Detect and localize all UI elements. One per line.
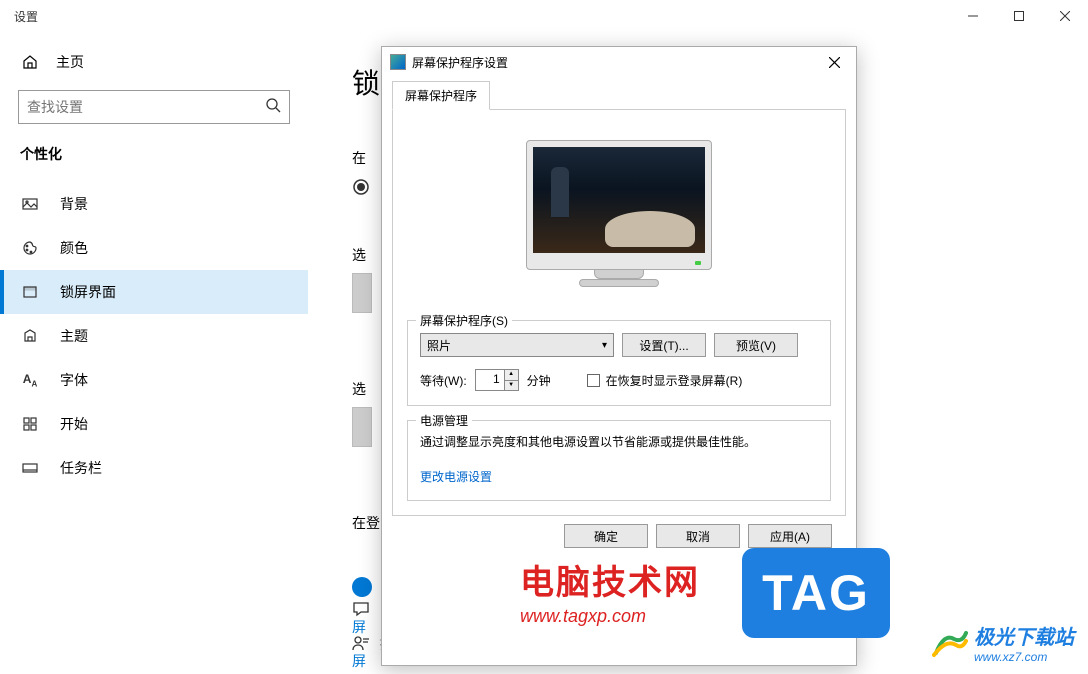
screensaver-group: 屏幕保护程序(S) 照片 ▾ 设置(T)... 预览(V) 等待(W): 1 ▲… <box>407 320 831 406</box>
power-group: 电源管理 通过调整显示亮度和其他电源设置以节省能源或提供最佳性能。 更改电源设置 <box>407 420 831 501</box>
wait-value: 1 <box>476 370 504 390</box>
maximize-button[interactable] <box>996 0 1042 32</box>
wait-label: 等待(W): <box>420 372 467 389</box>
sidebar-item-label: 颜色 <box>60 238 88 258</box>
home-label: 主页 <box>56 52 84 72</box>
picture-icon <box>20 196 40 212</box>
tab-strip: 屏幕保护程序 <box>392 81 846 110</box>
sidebar-item-background[interactable]: 背景 <box>0 182 308 226</box>
apply-button[interactable]: 应用(A) <box>748 524 832 548</box>
bg-box-2 <box>352 407 372 447</box>
bg-text-3: 选 <box>352 379 380 399</box>
cancel-button[interactable]: 取消 <box>656 524 740 548</box>
sidebar-item-colors[interactable]: 颜色 <box>0 226 308 270</box>
sidebar-item-lockscreen[interactable]: 锁屏界面 <box>0 270 308 314</box>
sidebar-item-fonts[interactable]: AA 字体 <box>0 358 308 402</box>
minutes-label: 分钟 <box>527 372 551 389</box>
obscured-content: 锁 在 选 选 在登 屏 屏 <box>352 62 380 671</box>
category-label: 个性化 <box>0 138 308 182</box>
sidebar-item-start[interactable]: 开始 <box>0 402 308 446</box>
settings-button[interactable]: 设置(T)... <box>622 333 706 357</box>
watermark-site-url: www.xz7.com <box>974 650 1074 664</box>
dialog-icon <box>390 54 406 70</box>
watermark-site-text: 极光下载站 <box>974 621 1074 650</box>
font-icon: AA <box>20 372 40 388</box>
wait-spinner[interactable]: 1 ▲▼ <box>475 369 519 391</box>
page-heading-partial: 锁 <box>352 62 380 102</box>
sidebar-item-label: 开始 <box>60 414 88 434</box>
search-input[interactable] <box>27 99 265 115</box>
bg-link-2: 屏 <box>352 651 380 671</box>
power-text: 通过调整显示亮度和其他电源设置以节省能源或提供最佳性能。 <box>420 433 818 452</box>
feedback-icon <box>352 635 370 653</box>
watermark-brand: 电脑技术网 www.tagxp.com <box>520 555 700 627</box>
resume-label: 在恢复时显示登录屏幕(R) <box>606 372 743 389</box>
help-icon[interactable] <box>352 600 370 623</box>
sidebar-item-themes[interactable]: 主题 <box>0 314 308 358</box>
window-title: 设置 <box>14 8 38 25</box>
bg-toggle <box>352 577 372 597</box>
window-controls <box>950 0 1088 32</box>
palette-icon <box>20 240 40 256</box>
taskbar-icon <box>20 460 40 476</box>
resume-checkbox[interactable] <box>587 374 600 387</box>
theme-icon <box>20 328 40 344</box>
chevron-down-icon: ▾ <box>602 340 607 351</box>
dialog-titlebar[interactable]: 屏幕保护程序设置 <box>382 47 856 77</box>
home-icon <box>20 54 40 70</box>
dialog-close-button[interactable] <box>818 50 850 74</box>
preview-screen <box>533 147 705 253</box>
group-label-2: 电源管理 <box>416 412 472 429</box>
close-button[interactable] <box>1042 0 1088 32</box>
bg-text-1: 在 <box>352 148 380 168</box>
power-settings-link[interactable]: 更改电源设置 <box>420 470 492 484</box>
search-box[interactable] <box>18 90 290 124</box>
monitor-preview <box>407 140 831 290</box>
dropdown-value: 照片 <box>427 337 451 354</box>
sidebar: 主页 个性化 背景 颜色 锁屏界面 主题 AA 字体 开始 <box>0 32 308 674</box>
bg-radio <box>352 178 380 201</box>
preview-button[interactable]: 预览(V) <box>714 333 798 357</box>
watermark-site: 极光下载站 www.xz7.com <box>932 621 1074 664</box>
start-icon <box>20 417 40 431</box>
bg-text-4: 在登 <box>352 513 380 533</box>
group-label-1: 屏幕保护程序(S) <box>416 312 512 329</box>
sidebar-item-label: 字体 <box>60 370 88 390</box>
minimize-button[interactable] <box>950 0 996 32</box>
lockscreen-icon <box>20 284 40 300</box>
sidebar-item-label: 锁屏界面 <box>60 282 116 302</box>
bg-text-2: 选 <box>352 245 380 265</box>
tab-screensaver[interactable]: 屏幕保护程序 <box>392 81 490 110</box>
sidebar-item-label: 背景 <box>60 194 88 214</box>
bg-box-1 <box>352 273 372 313</box>
screensaver-dropdown[interactable]: 照片 ▾ <box>420 333 614 357</box>
sidebar-item-label: 任务栏 <box>60 458 102 478</box>
ok-button[interactable]: 确定 <box>564 524 648 548</box>
spin-up[interactable]: ▲ <box>505 370 518 381</box>
sidebar-item-label: 主题 <box>60 326 88 346</box>
sidebar-item-taskbar[interactable]: 任务栏 <box>0 446 308 490</box>
spin-down[interactable]: ▼ <box>505 381 518 391</box>
dialog-title: 屏幕保护程序设置 <box>412 54 508 71</box>
watermark-brand-url: www.tagxp.com <box>520 606 700 627</box>
watermark-brand-text: 电脑技术网 <box>520 555 700 604</box>
watermark-tag: TAG <box>742 548 890 638</box>
home-nav[interactable]: 主页 <box>0 42 308 82</box>
search-icon <box>265 97 281 118</box>
aurora-icon <box>932 625 968 661</box>
